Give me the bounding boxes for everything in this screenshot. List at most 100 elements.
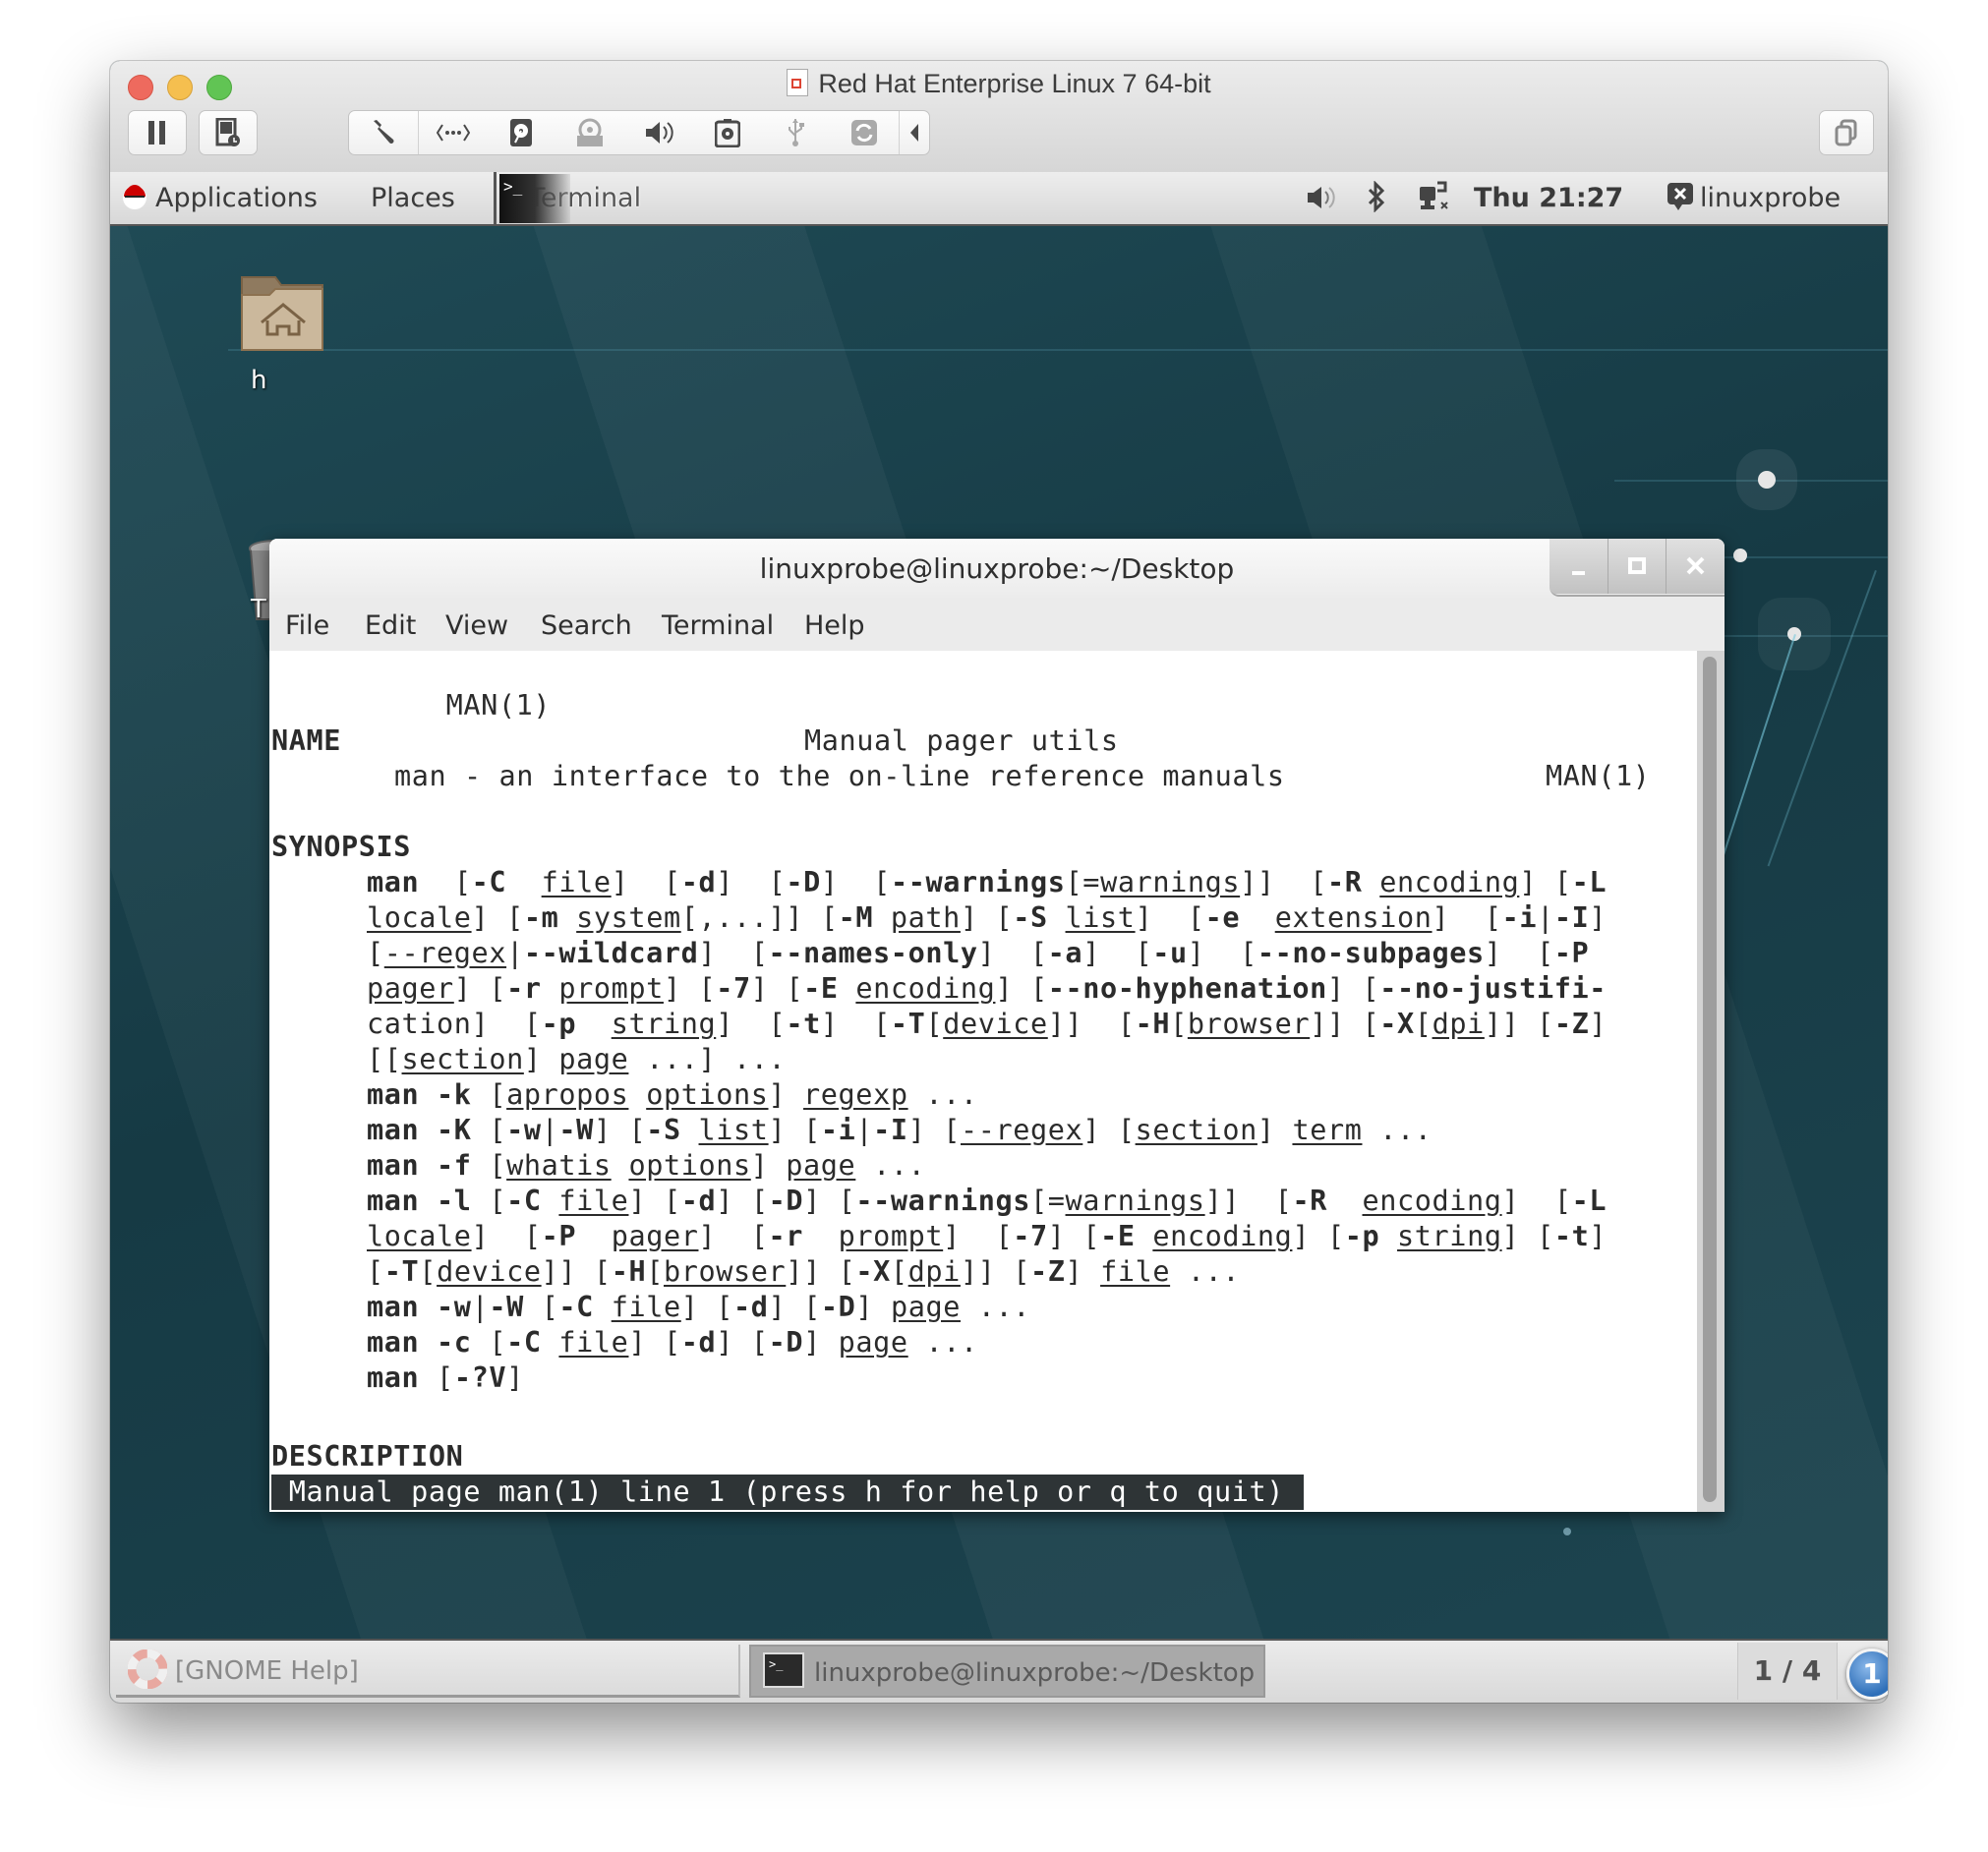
pause-button[interactable] (128, 110, 187, 155)
cd-dvd-button[interactable] (555, 111, 624, 154)
man-header-left: MAN(1) (445, 689, 552, 722)
man-header-right: MAN(1) (1546, 760, 1651, 792)
places-menu[interactable]: Places (371, 172, 455, 224)
taskbar-item-terminal[interactable]: >_ linuxprobe@linuxprobe:~/Desktop (749, 1645, 1265, 1698)
maximize-button[interactable] (1608, 539, 1666, 594)
synopsis-line: man [-C file] [-d] [-D] [--warnings[=war… (367, 866, 1608, 898)
wallpaper-dot (1733, 549, 1747, 562)
scrollbar-thumb[interactable] (1703, 657, 1717, 1502)
hard-disk-button[interactable] (488, 111, 556, 154)
volume-icon (1308, 187, 1335, 208)
close-button[interactable] (1666, 539, 1725, 594)
synopsis-line: locale] [-P pager] [-r prompt] [-7] [-E … (367, 1220, 1608, 1252)
device-toolbar (348, 110, 930, 155)
host-window-title-text: Red Hat Enterprise Linux 7 64-bit (818, 69, 1211, 98)
gnome-help-label: [GNOME Help] (175, 1656, 359, 1686)
network-button[interactable] (417, 111, 488, 154)
menu-view[interactable]: View (445, 598, 508, 655)
synopsis-line: [[section] page ...] ... (367, 1043, 787, 1075)
wallpaper-dot (1563, 1528, 1571, 1535)
help-lifebuoy-icon (127, 1649, 168, 1690)
camera-button[interactable] (693, 111, 762, 154)
name-description: man - an interface to the on-line refere… (394, 760, 1285, 792)
menu-edit[interactable]: Edit (365, 598, 416, 655)
maximize-icon (1628, 557, 1646, 574)
synopsis-line: locale] [-m system[,...]] [-M path] [-S … (367, 901, 1608, 934)
synopsis-line: pager] [-r prompt] [-7] [-E encoding] [-… (367, 972, 1608, 1005)
snapshot-button[interactable] (199, 110, 258, 155)
active-app-menu[interactable]: >_ Terminal (494, 172, 641, 224)
wrench-icon (373, 120, 394, 144)
synopsis-line: [--regex|--wildcard] [--names-only] [-a]… (367, 937, 1590, 969)
places-label: Places (371, 183, 455, 213)
synopsis-line: [-T[device]] [-H[browser]] [-X[dpi]] [-Z… (367, 1255, 1241, 1288)
minimize-icon (1572, 571, 1585, 575)
volume-status[interactable] (1306, 172, 1337, 224)
synopsis-line: man -w|-W [-C file] [-d] [-D] page ... (367, 1291, 1031, 1323)
usb-icon (789, 119, 805, 146)
wallpaper-dot (1758, 471, 1776, 489)
home-folder-label[interactable]: h (251, 366, 266, 395)
taskbar-item-gnome-help[interactable]: [GNOME Help] (116, 1645, 740, 1698)
synopsis-line: man -f [whatis options] page ... (367, 1149, 926, 1182)
pause-icon (148, 121, 165, 145)
gnome-top-bar: Applications Places >_ Terminal Thu 21:27… (110, 172, 1888, 226)
bluetooth-status[interactable] (1367, 172, 1386, 224)
applications-menu[interactable]: Applications (122, 172, 318, 224)
man-header: MAN(1) Manual pager utils MAN(1) (271, 653, 1687, 792)
bluetooth-icon (1368, 180, 1385, 213)
host-titlebar: Red Hat Enterprise Linux 7 64-bit (110, 61, 1888, 173)
clock[interactable]: Thu 21:27 (1474, 172, 1623, 224)
name-heading: NAME (271, 723, 341, 759)
clock-text: Thu 21:27 (1474, 183, 1624, 213)
user-status-icon (1667, 183, 1693, 210)
shared-folder-button[interactable] (830, 111, 899, 154)
trash-label[interactable]: T (251, 595, 266, 624)
menu-search[interactable]: Search (541, 598, 632, 655)
terminal-scrollbar[interactable] (1697, 651, 1725, 1512)
wallpaper-line (1614, 480, 1888, 482)
workspace-switcher[interactable]: 1 / 4 (1737, 1643, 1838, 1700)
svg-text:>_: >_ (769, 1657, 784, 1671)
settings-button[interactable] (349, 111, 418, 154)
terminal-title: linuxprobe@linuxprobe:~/Desktop (759, 552, 1235, 585)
shared-folder-icon (851, 120, 878, 145)
unity-mode-button[interactable] (1819, 110, 1874, 155)
synopsis-heading-text: SYNOPSIS (271, 831, 412, 863)
description-heading-text: DESCRIPTION (271, 1440, 464, 1473)
wallpaper-line (1715, 634, 1796, 878)
terminal-task-label: linuxprobe@linuxprobe:~/Desktop (814, 1658, 1256, 1688)
snapshot-icon (215, 118, 240, 146)
terminal-icon: >_ (763, 1652, 804, 1688)
vm-host-window: Red Hat Enterprise Linux 7 64-bit Applic… (110, 61, 1888, 1703)
synopsis-heading: SYNOPSIS (271, 830, 411, 865)
minimize-button[interactable] (1549, 539, 1608, 594)
menu-file[interactable]: File (285, 598, 329, 655)
sound-icon (645, 122, 673, 144)
notification-badge[interactable]: 1 (1846, 1649, 1888, 1700)
user-label: linuxprobe (1700, 183, 1842, 213)
cd-dvd-icon (577, 118, 604, 146)
name-heading-text: NAME (271, 724, 342, 757)
terminal-titlebar[interactable]: linuxprobe@linuxprobe:~/Desktop (269, 539, 1725, 598)
pager-status-line: Manual page man(1) line 1 (press h for h… (271, 1475, 1304, 1510)
synopsis-line: man -c [-C file] [-d] [-D] page ... (367, 1326, 978, 1359)
home-folder-icon[interactable] (240, 273, 326, 352)
sound-button[interactable] (624, 111, 693, 154)
network-status[interactable] (1418, 172, 1451, 224)
man-header-center: Manual pager utils (804, 724, 1119, 757)
window-controls (1549, 539, 1725, 597)
user-menu[interactable]: linuxprobe (1666, 172, 1841, 224)
collapse-toolbar-button[interactable] (899, 111, 929, 154)
terminal-window: linuxprobe@linuxprobe:~/Desktop File Edi… (269, 539, 1725, 1512)
host-window-title: Red Hat Enterprise Linux 7 64-bit (110, 69, 1888, 99)
menu-terminal[interactable]: Terminal (662, 598, 774, 655)
description-heading: DESCRIPTION (271, 1439, 463, 1475)
applications-label: Applications (155, 183, 318, 213)
terminal-content[interactable]: MAN(1) Manual pager utils MAN(1) NAME ma… (269, 651, 1697, 1512)
wallpaper-line (228, 349, 1888, 351)
menu-help[interactable]: Help (804, 598, 865, 655)
hard-disk-icon (510, 119, 533, 146)
vm-document-icon (787, 69, 809, 96)
usb-button[interactable] (762, 111, 831, 154)
